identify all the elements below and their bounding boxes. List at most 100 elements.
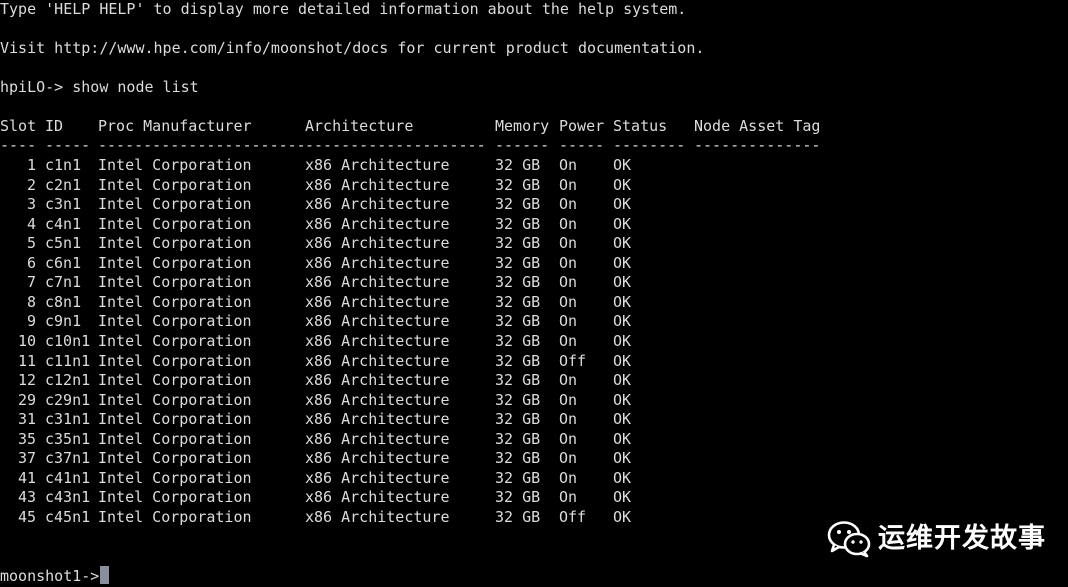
cell-architecture: x86 Architecture [305, 429, 450, 448]
docs-hint-line: Visit http://www.hpe.com/info/moonshot/d… [0, 39, 705, 57]
separator-manufacturer: ----------------------- [98, 136, 306, 154]
table-row: 41 c41n1 Intel Corporation x86 Architecture… [0, 469, 1068, 489]
cell-status: OK [613, 429, 632, 448]
table-row: 29 c29n1 Intel Corporation x86 Architecture… [0, 391, 1068, 411]
cell-power: On [559, 312, 578, 331]
cell-id: c41n1 [45, 468, 91, 487]
cell-id: c37n1 [45, 449, 91, 468]
separator-memory: ------ [495, 136, 550, 154]
cell-architecture: x86 Architecture [305, 371, 450, 390]
cell-id: c4n1 [45, 214, 82, 233]
text-cursor [100, 566, 110, 584]
cell-memory: 32 GB [495, 312, 541, 331]
cell-manufacturer: Intel Corporation [98, 273, 252, 292]
wechat-icon [827, 521, 871, 558]
cell-architecture: x86 Architecture [305, 273, 450, 292]
cell-memory: 32 GB [495, 449, 541, 468]
cell-status: OK [613, 312, 632, 331]
cell-manufacturer: Intel Corporation [98, 175, 252, 194]
cell-memory: 32 GB [495, 253, 541, 272]
cell-manufacturer: Intel Corporation [98, 195, 252, 214]
cell-memory: 32 GB [495, 214, 541, 233]
cell-memory: 32 GB [495, 273, 541, 292]
table-row: 4 c4n1 Intel Corporation x86 Architecture 32… [0, 215, 1068, 235]
command-line: hpiLO-> show node list [0, 78, 199, 98]
cell-memory: 32 GB [495, 331, 541, 350]
cell-status: OK [613, 449, 632, 468]
cell-memory: 32 GB [495, 488, 541, 507]
cell-status: OK [613, 175, 632, 194]
cell-manufacturer: Intel Corporation [98, 371, 252, 390]
table-row: 3 c3n1 Intel Corporation x86 Architecture 32… [0, 195, 1068, 215]
cell-id: c43n1 [45, 488, 91, 507]
cell-id: c35n1 [45, 429, 91, 448]
header-id: ID [45, 117, 64, 135]
separator-status: -------- [613, 136, 686, 154]
separator-power: ----- [559, 136, 605, 154]
header-memory: Memory [495, 117, 550, 135]
table-row: 10 c10n1 Intel Corporation x86 Architecture… [0, 332, 1068, 352]
table-row: 5 c5n1 Intel Corporation x86 Architecture 32… [0, 234, 1068, 254]
table-header-row: Slot ID Proc Manufacturer Architecture M… [0, 117, 1068, 137]
cell-id: c29n1 [45, 390, 91, 409]
table-row: 6 c6n1 Intel Corporation x86 Architecture 32… [0, 254, 1068, 274]
cell-status: OK [613, 410, 632, 429]
table-row: 9 c9n1 Intel Corporation x86 Architecture 32… [0, 312, 1068, 332]
cell-manufacturer: Intel Corporation [98, 390, 252, 409]
cell-slot: 6 [26, 253, 36, 272]
cell-architecture: x86 Architecture [305, 331, 450, 350]
cell-status: OK [613, 214, 632, 233]
cell-power: On [559, 175, 578, 194]
cell-architecture: x86 Architecture [305, 234, 450, 253]
header-slot: Slot [0, 117, 37, 135]
cell-memory: 32 GB [495, 195, 541, 214]
cell-architecture: x86 Architecture [305, 214, 450, 233]
cell-status: OK [613, 253, 632, 272]
cell-status: OK [613, 273, 632, 292]
cell-architecture: x86 Architecture [305, 175, 450, 194]
cell-memory: 32 GB [495, 234, 541, 253]
table-row: 31 c31n1 Intel Corporation x86 Architecture… [0, 410, 1068, 430]
cell-power: On [559, 390, 578, 409]
cell-architecture: x86 Architecture [305, 312, 450, 331]
shell-prompt: moonshot1-> [0, 567, 100, 585]
cell-slot: 29 [17, 390, 36, 409]
cell-power: On [559, 234, 578, 253]
cell-id: c9n1 [45, 312, 82, 331]
cell-architecture: x86 Architecture [305, 468, 450, 487]
cell-status: OK [613, 468, 632, 487]
cell-status: OK [613, 331, 632, 350]
cell-manufacturer: Intel Corporation [98, 351, 252, 370]
cell-power: On [559, 488, 578, 507]
command-prompt: hpiLO-> [0, 78, 73, 96]
cell-architecture: x86 Architecture [305, 292, 450, 311]
header-architecture: Architecture [305, 117, 414, 135]
cell-architecture: x86 Architecture [305, 449, 450, 468]
cell-power: On [559, 410, 578, 429]
cell-manufacturer: Intel Corporation [98, 488, 252, 507]
cell-memory: 32 GB [495, 351, 541, 370]
cell-manufacturer: Intel Corporation [98, 429, 252, 448]
cell-status: OK [613, 390, 632, 409]
help-hint-line: Type 'HELP HELP' to display more detaile… [0, 0, 687, 18]
cell-memory: 32 GB [495, 429, 541, 448]
cell-memory: 32 GB [495, 175, 541, 194]
cell-power: On [559, 429, 578, 448]
cell-memory: 32 GB [495, 410, 541, 429]
table-row: 37 c37n1 Intel Corporation x86 Architecture… [0, 449, 1068, 469]
cell-slot: 2 [26, 175, 36, 194]
separator-architecture: -------------------- [305, 136, 486, 154]
cell-slot: 1 [26, 156, 36, 174]
cell-slot: 31 [17, 410, 36, 429]
terminal-window[interactable]: Type 'HELP HELP' to display more detaile… [0, 0, 1068, 587]
table-row: 1 c1n1 Intel Corporation x86 Architecture 32… [0, 156, 1068, 176]
cell-power: On [559, 468, 578, 487]
header-power: Power [559, 117, 605, 135]
cell-memory: 32 GB [495, 156, 541, 174]
cell-manufacturer: Intel Corporation [98, 410, 252, 429]
cell-architecture: x86 Architecture [305, 351, 450, 370]
final-prompt-line: moonshot1-> [0, 566, 110, 586]
cell-architecture: x86 Architecture [305, 488, 450, 507]
cell-slot: 12 [17, 371, 36, 390]
cell-slot: 37 [17, 449, 36, 468]
